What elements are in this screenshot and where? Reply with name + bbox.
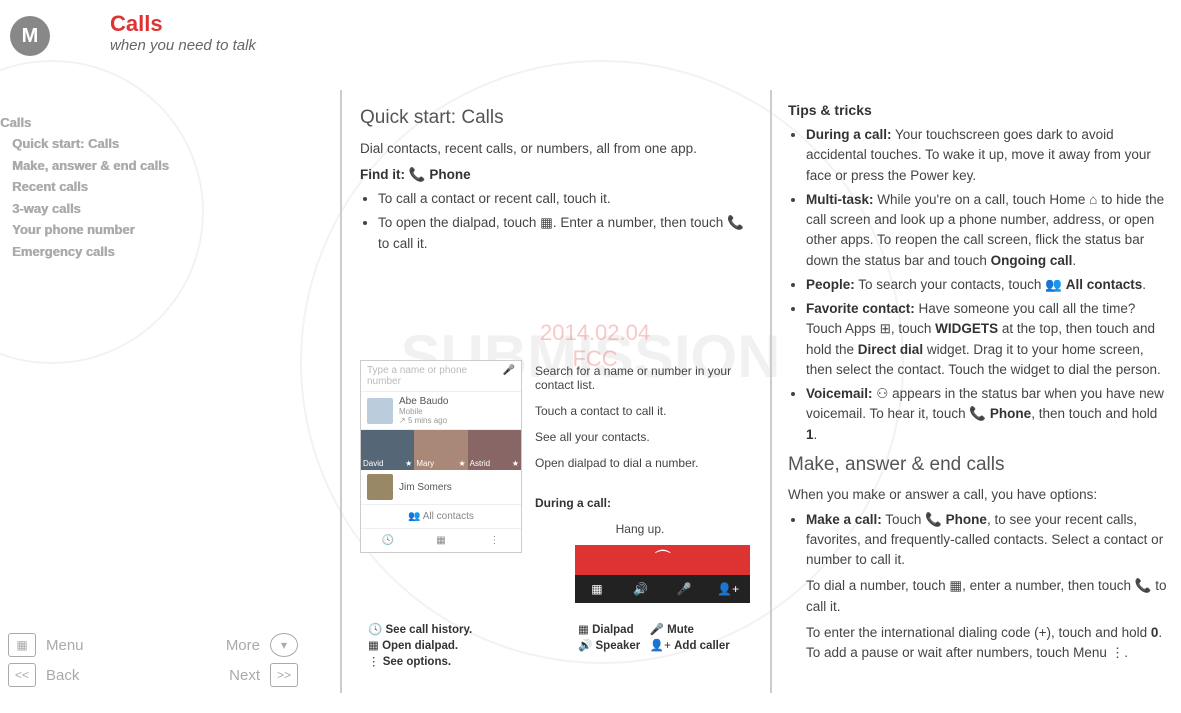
- next-icon[interactable]: >>: [270, 663, 298, 687]
- more-button[interactable]: More: [226, 637, 260, 654]
- callout-dialpad: Open dialpad to dial a number.: [535, 456, 745, 470]
- callout-touch-contact: Touch a contact to call it.: [535, 404, 745, 418]
- recent-name: Abe Baudo: [399, 396, 449, 407]
- tip-during-call: During a call: Your touchscreen goes dar…: [806, 125, 1168, 186]
- find-it-target: Phone: [429, 167, 470, 182]
- phone-icon: 📞: [1135, 576, 1152, 596]
- options-tab[interactable]: ⋮: [468, 529, 521, 552]
- heading-make-answer: Make, answer & end calls: [788, 451, 1168, 480]
- phone-icon: 📞: [727, 213, 744, 233]
- tips-heading: Tips & tricks: [788, 100, 1168, 121]
- page-title: Calls: [110, 11, 256, 37]
- phone-screenshot: Type a name or phone number 🎤 Abe Baudo …: [360, 360, 522, 553]
- tip-people: People: To search your contacts, touch 👥…: [806, 275, 1168, 295]
- sidebar-item-number[interactable]: Your phone number: [0, 219, 240, 240]
- bullet-dialpad: To open the dialpad, touch ▦. Enter a nu…: [378, 213, 755, 254]
- all-contacts-button[interactable]: 👥 All contacts: [361, 505, 521, 528]
- add-caller-icon[interactable]: 👤+: [706, 575, 750, 603]
- phone-icon: 📞: [969, 404, 986, 424]
- dialpad-icon: ▦: [949, 576, 962, 596]
- people-icon: 👥: [1045, 275, 1062, 295]
- avatar: [367, 398, 393, 424]
- back-icon[interactable]: <<: [8, 663, 36, 687]
- menu-icon: ⋮: [1111, 643, 1125, 663]
- motorola-logo: M: [10, 16, 50, 56]
- dialpad-icon[interactable]: ▦: [575, 575, 619, 603]
- tip-multitask: Multi-task: While you're on a call, touc…: [806, 190, 1168, 271]
- sidebar-item-recent[interactable]: Recent calls: [0, 176, 240, 197]
- contact-row[interactable]: Jim Somers: [361, 470, 521, 505]
- menu-icon[interactable]: ▦: [8, 633, 36, 657]
- menu-button[interactable]: Menu: [46, 637, 84, 654]
- sidebar-section[interactable]: Calls: [0, 112, 240, 133]
- mic-icon[interactable]: 🎤: [503, 365, 515, 387]
- content-column-right: Tips & tricks During a call: Your touchs…: [788, 100, 1168, 669]
- content-column-mid: Quick start: Calls Dial contacts, recent…: [360, 100, 755, 260]
- sidebar-nav: Calls Quick start: Calls Make, answer & …: [0, 112, 240, 262]
- callout-labels: Search for a name or number in your cont…: [535, 364, 745, 548]
- sidebar-item-3way[interactable]: 3-way calls: [0, 198, 240, 219]
- people-icon: 👥: [408, 511, 420, 522]
- page-subtitle: when you need to talk: [110, 37, 256, 54]
- callout-search: Search for a name or number in your cont…: [535, 364, 745, 392]
- more-icon[interactable]: ▾: [270, 633, 298, 657]
- make-call-bullet: Make a call: Touch 📞 Phone, to see your …: [806, 510, 1168, 664]
- legend-right: ▦ Dialpad 🎤 Mute 🔊 Speaker 👤+ Add caller: [578, 620, 758, 654]
- search-input[interactable]: Type a name or phone number: [367, 365, 503, 387]
- hangup-button[interactable]: ⏜: [575, 545, 750, 575]
- dialpad-icon: ▦: [540, 213, 553, 233]
- dialpad-tab[interactable]: ▦: [414, 529, 467, 552]
- speaker-icon[interactable]: 🔊: [619, 575, 663, 603]
- find-it-label: Find it:: [360, 167, 405, 182]
- back-button[interactable]: Back: [46, 667, 79, 684]
- favorite-contact[interactable]: Astrid★: [468, 430, 521, 470]
- make-answer-intro: When you make or answer a call, you have…: [788, 485, 1168, 505]
- tip-favorite: Favorite contact: Have someone you call …: [806, 299, 1168, 380]
- phone-icon: 📞: [925, 510, 942, 530]
- voicemail-icon: ⚇: [876, 384, 888, 404]
- legend-left: 🕓 See call history. ▦ Open dialpad. ⋮ Se…: [368, 620, 472, 670]
- favorite-contact[interactable]: Mary★: [414, 430, 467, 470]
- heading-quickstart: Quick start: Calls: [360, 104, 755, 133]
- sidebar-item-quickstart[interactable]: Quick start: Calls: [0, 133, 240, 154]
- history-tab[interactable]: 🕓: [361, 529, 414, 552]
- recent-call-row[interactable]: Abe Baudo Mobile ↗ 5 mins ago: [361, 392, 521, 430]
- in-call-screenshot: ⏜ ▦ 🔊 🎤 👤+: [575, 545, 750, 603]
- avatar: [367, 474, 393, 500]
- hangup-label: Hang up.: [535, 522, 745, 536]
- intro-text: Dial contacts, recent calls, or numbers,…: [360, 139, 755, 159]
- outgoing-icon: ↗: [399, 416, 406, 425]
- apps-icon: ⊞: [880, 319, 891, 339]
- callout-all-contacts: See all your contacts.: [535, 430, 745, 444]
- sidebar-item-emergency[interactable]: Emergency calls: [0, 241, 240, 262]
- mute-icon[interactable]: 🎤: [663, 575, 707, 603]
- next-button[interactable]: Next: [229, 667, 260, 684]
- tip-voicemail: Voicemail: ⚇ appears in the status bar w…: [806, 384, 1168, 445]
- during-call-label: During a call:: [535, 496, 611, 510]
- sidebar-item-make-answer[interactable]: Make, answer & end calls: [0, 155, 240, 176]
- phone-icon: 📞: [409, 165, 426, 185]
- favorite-contact[interactable]: David★: [361, 430, 414, 470]
- bullet-call-contact: To call a contact or recent call, touch …: [378, 189, 755, 209]
